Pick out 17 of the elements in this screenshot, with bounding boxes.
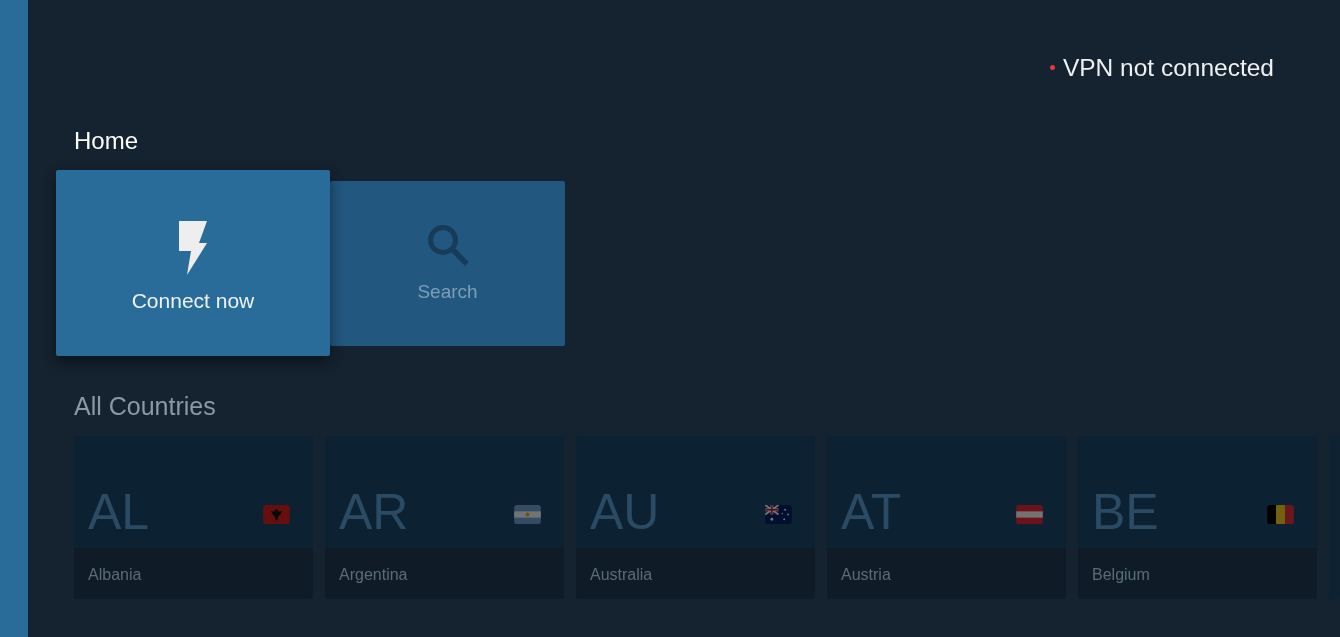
flag-icon: [1267, 505, 1294, 524]
flag-icon: [514, 505, 541, 524]
connect-tile[interactable]: Connect now: [56, 170, 330, 356]
country-name: Belgium: [1092, 564, 1150, 585]
country-name: Austria: [841, 564, 891, 585]
flag-icon: [1016, 505, 1043, 524]
vpn-status-text: VPN not connected: [1062, 54, 1274, 82]
country-name: Albania: [88, 564, 142, 585]
search-tile[interactable]: Search: [330, 180, 565, 346]
section-title: Home: [74, 126, 139, 156]
country-name: Australia: [590, 564, 653, 585]
section-title: All Countries: [74, 391, 216, 421]
flag-icon: [263, 505, 290, 524]
flag-icon: [765, 505, 792, 524]
country-name: Argentina: [339, 564, 408, 585]
lightning-bolt-icon: [179, 221, 207, 275]
search-icon: [426, 224, 469, 266]
